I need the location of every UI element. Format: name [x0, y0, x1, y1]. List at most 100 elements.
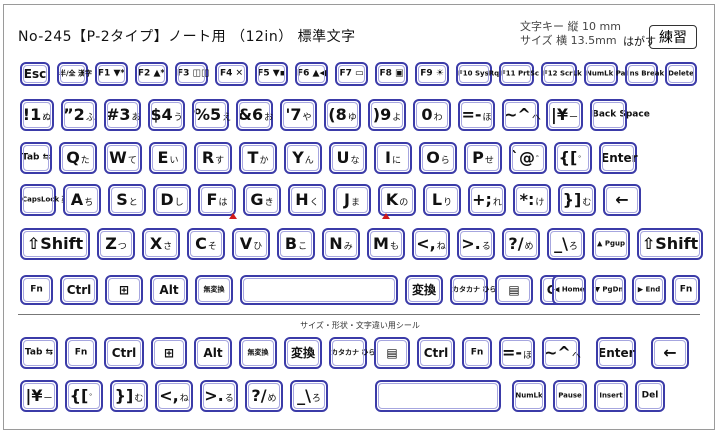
spare-slash-key[interactable]: ?/め — [245, 380, 283, 412]
delete-key[interactable]: Delete — [665, 62, 697, 86]
spare-enter-key[interactable]: Enter — [596, 337, 636, 369]
key-yen-key[interactable]: |¥ー — [546, 99, 583, 131]
backspace-key[interactable]: Back Space — [590, 99, 650, 131]
key-5-key[interactable]: %5え — [192, 99, 231, 131]
katakana-hiragana-key[interactable]: カタカナ ひらがな — [450, 275, 510, 305]
spare-caret-key[interactable]: ~^へ — [542, 337, 581, 369]
shift-left-key[interactable]: ⇧Shift — [20, 228, 90, 260]
spare-yen-key[interactable]: |¥ー — [20, 380, 58, 412]
key-u-key[interactable]: Uな — [329, 142, 367, 174]
key-i-key[interactable]: Iに — [374, 142, 412, 174]
f4-key[interactable]: F4 ✕ — [215, 62, 248, 86]
key-r-key[interactable]: Rす — [194, 142, 232, 174]
f7-key[interactable]: F7 ▭ — [335, 62, 368, 86]
f6-key[interactable]: F6 ▲◀ — [295, 62, 328, 86]
key-semicolon-key[interactable]: +;れ — [468, 184, 506, 216]
key-n-key[interactable]: Nみ — [322, 228, 360, 260]
key-3-key[interactable]: #3あ — [104, 99, 141, 131]
page-down-key[interactable]: ▼ PgDn — [592, 275, 626, 305]
spare-bracket-close-key[interactable]: }]む — [110, 380, 148, 412]
key-y-key[interactable]: Yん — [284, 142, 322, 174]
spare-pause-key[interactable]: Pause — [553, 380, 587, 412]
key-slash-key[interactable]: ?/め — [502, 228, 540, 260]
spare-return-arrow-key[interactable]: ← — [651, 337, 689, 369]
spare-bracket-open-key[interactable]: {[゜ — [65, 380, 103, 412]
spare-period-key[interactable]: >.る — [200, 380, 238, 412]
key-m-key[interactable]: Mも — [367, 228, 405, 260]
spare-numlock-key[interactable]: NumLk — [512, 380, 546, 412]
key-j-key[interactable]: Jま — [333, 184, 371, 216]
key-z-key[interactable]: Zつ — [97, 228, 135, 260]
spare-insert-key[interactable]: Insert — [594, 380, 628, 412]
f2-key[interactable]: F2 ▲* — [135, 62, 168, 86]
esc-key[interactable]: Esc — [20, 62, 50, 86]
henkan-key[interactable]: 変換 — [405, 275, 443, 305]
key-8-key[interactable]: (8ゆ — [324, 99, 361, 131]
key-7-key[interactable]: '7や — [280, 99, 317, 131]
windows-key[interactable]: ⊞ — [105, 275, 143, 305]
key-4-key[interactable]: $4う — [148, 99, 185, 131]
home-key[interactable]: ◀ Home — [552, 275, 586, 305]
spare-katakana-key[interactable]: カタカナ ひらがな — [329, 337, 389, 369]
key-x-key[interactable]: Xさ — [142, 228, 180, 260]
key-2-key[interactable]: ”2ふ — [61, 99, 97, 131]
muhenkan-key[interactable]: 無変換 — [195, 275, 233, 305]
page-up-key[interactable]: ▲ Pgup — [592, 228, 630, 260]
key-l-key[interactable]: Lり — [423, 184, 461, 216]
spare-alt-key[interactable]: Alt — [194, 337, 232, 369]
tab-key[interactable]: Tab ⇆ — [20, 142, 52, 174]
key-at-key[interactable]: `@゛ — [509, 142, 547, 174]
f1-key[interactable]: F1 ▼* — [95, 62, 128, 86]
f8-key[interactable]: F8 ▣ — [375, 62, 408, 86]
f3-key[interactable]: F3 ◫◫ — [175, 62, 210, 86]
numlock-key[interactable]: NumLk Pause — [584, 62, 639, 86]
key-k-key[interactable]: Kの — [378, 184, 416, 216]
f11-key[interactable]: F11 PrtSc — [499, 62, 539, 86]
fn-left-key[interactable]: Fn — [20, 275, 53, 305]
key-b-key[interactable]: Bこ — [277, 228, 315, 260]
key-colon-key[interactable]: *:け — [513, 184, 551, 216]
key-v-key[interactable]: Vひ — [232, 228, 270, 260]
key-minus-key[interactable]: =-ほ — [458, 99, 495, 131]
enter-key[interactable]: Enter — [599, 142, 638, 174]
spare-ctrl-key[interactable]: Ctrl — [104, 337, 144, 369]
practice-button[interactable]: 練習 — [649, 25, 697, 49]
key-t-key[interactable]: Tか — [239, 142, 277, 174]
spare-tab-key[interactable]: Tab ⇆ — [20, 337, 58, 369]
spare-backslash-key[interactable]: _\ろ — [290, 380, 328, 412]
key-o-key[interactable]: Oら — [419, 142, 457, 174]
alt-key[interactable]: Alt — [150, 275, 188, 305]
key-s-key[interactable]: Sと — [108, 184, 146, 216]
key-caret-key[interactable]: ~^へ — [502, 99, 541, 131]
spare-muhenkan-key[interactable]: 無変換 — [239, 337, 277, 369]
application-key[interactable]: ▤ — [495, 275, 533, 305]
f12-key[interactable]: F12 ScrLk — [541, 62, 582, 86]
key-period-key[interactable]: >.る — [457, 228, 495, 260]
spare-fn-key[interactable]: Fn — [65, 337, 97, 369]
key-q-key[interactable]: Qた — [59, 142, 97, 174]
key-backslash-key[interactable]: _\ろ — [547, 228, 585, 260]
spare-comma-key[interactable]: <,ね — [155, 380, 193, 412]
f5-key[interactable]: F5 ▼▪ — [255, 62, 288, 86]
key-g-key[interactable]: Gき — [243, 184, 281, 216]
f10-key[interactable]: F10 SysRq — [456, 62, 499, 86]
spare-fn-2-key[interactable]: Fn — [462, 337, 492, 369]
key-bracket-close-key[interactable]: }]む — [558, 184, 596, 216]
key-f-key[interactable]: Fは — [198, 184, 236, 216]
key-9-key[interactable]: )9よ — [368, 99, 406, 131]
key-6-key[interactable]: &6お — [236, 99, 273, 131]
spare-windows-key[interactable]: ⊞ — [151, 337, 187, 369]
key-comma-key[interactable]: <,ね — [412, 228, 450, 260]
key-bracket-open-key[interactable]: {[゜ — [554, 142, 592, 174]
spare-minus-key[interactable]: =-ほ — [499, 337, 535, 369]
f9-key[interactable]: F9 ☀ — [415, 62, 449, 86]
spare-henkan-key[interactable]: 変換 — [284, 337, 322, 369]
key-d-key[interactable]: Dし — [153, 184, 191, 216]
key-0-key[interactable]: 0わ — [413, 99, 451, 131]
key-e-key[interactable]: Eい — [149, 142, 187, 174]
spare-application-key[interactable]: ▤ — [374, 337, 410, 369]
space-key[interactable] — [240, 275, 398, 305]
fn-right-key[interactable]: Fn — [672, 275, 700, 305]
key-1-key[interactable]: !1ぬ — [20, 99, 54, 131]
ctrl-left-key[interactable]: Ctrl — [60, 275, 98, 305]
